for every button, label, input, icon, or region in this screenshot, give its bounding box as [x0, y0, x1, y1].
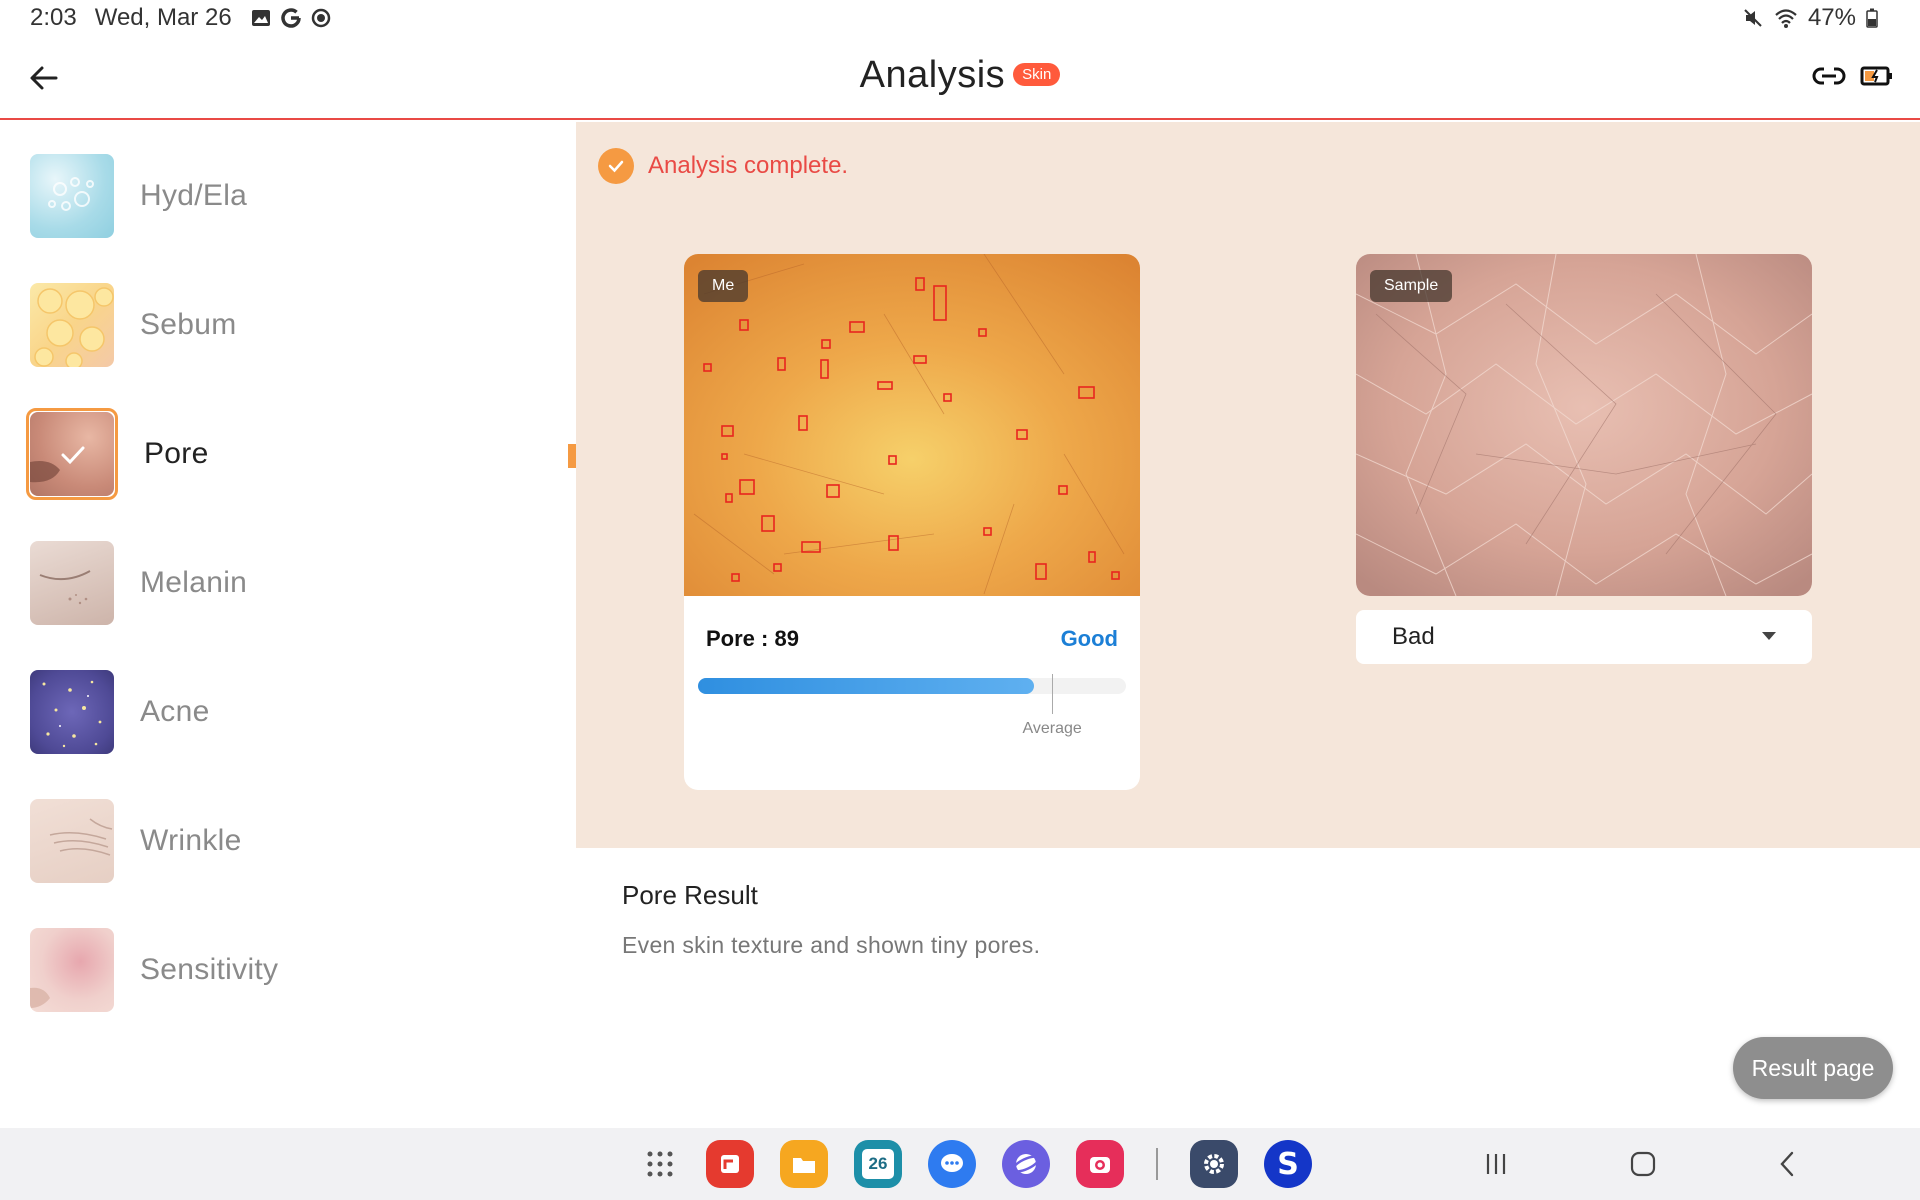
wrinkle-thumbnail: [30, 799, 114, 883]
sidebar-item-label: Wrinkle: [140, 824, 242, 857]
internet-app-icon[interactable]: [1002, 1140, 1050, 1188]
result-page-button[interactable]: Result page: [1733, 1037, 1893, 1099]
calendar-day: 26: [862, 1149, 894, 1179]
selection-indicator: [568, 444, 576, 468]
average-marker: [1052, 674, 1054, 714]
messages-app-icon[interactable]: [928, 1140, 976, 1188]
samsung-s-app-icon[interactable]: S: [1264, 1140, 1312, 1188]
sidebar-item-label: Acne: [140, 695, 210, 728]
settings-app-icon[interactable]: [1190, 1140, 1238, 1188]
notes-app-icon[interactable]: [706, 1140, 754, 1188]
analysis-panel: Analysis complete. Me Pore: 89 Good Ave…: [576, 122, 1920, 848]
status-message: Analysis complete.: [648, 152, 849, 179]
sidebar-item-label: Hyd/Ela: [140, 179, 248, 212]
system-nav-bar: 26 S: [0, 1128, 1920, 1200]
check-icon: [61, 446, 85, 465]
my-skin-image[interactable]: [684, 254, 1140, 596]
category-sidebar: Hyd/Ela Sebum Pore Melanin Acne Wrinkle …: [0, 122, 576, 1128]
pore-score: Pore : 89: [706, 626, 799, 651]
acne-thumbnail: [30, 670, 114, 754]
sidebar-item-label: Sebum: [140, 308, 237, 341]
app-dock: 26 S: [640, 1140, 1312, 1188]
sample-tag: Sample: [1370, 270, 1453, 302]
sidebar-item-acne[interactable]: Acne: [30, 670, 210, 754]
wifi-icon: [1775, 9, 1797, 28]
app-drawer-icon[interactable]: [640, 1144, 680, 1184]
status-bar: 2:03 Wed, Mar 26 47%: [0, 0, 1920, 36]
sample-skin-image[interactable]: [1356, 254, 1812, 596]
sample-grade-value: Bad: [1392, 623, 1435, 650]
device-battery-icon[interactable]: [1860, 64, 1894, 88]
home-icon[interactable]: [1624, 1148, 1660, 1180]
chevron-down-icon: [1762, 632, 1776, 640]
analysis-status: Analysis complete.: [598, 148, 848, 184]
battery-percent: 47%: [1807, 4, 1856, 31]
my-result-card: Me Pore : 89 Good Average: [684, 254, 1140, 790]
recents-icon[interactable]: [1478, 1148, 1514, 1180]
calendar-app-icon[interactable]: 26: [854, 1140, 902, 1188]
sidebar-item-label: Pore: [144, 437, 209, 470]
skin-badge: Skin: [1013, 63, 1061, 86]
camera-app-icon[interactable]: [1076, 1140, 1124, 1188]
sample-card: Sample: [1356, 254, 1812, 596]
score-grade: Good: [1060, 626, 1118, 651]
status-date: Wed, Mar 26: [94, 4, 232, 31]
sidebar-item-melanin[interactable]: Melanin: [30, 541, 247, 625]
sidebar-item-pore[interactable]: Pore: [26, 408, 209, 500]
sensitivity-thumbnail: [30, 928, 114, 1012]
melanin-thumbnail: [30, 541, 114, 625]
app-notification-icon: [311, 8, 330, 28]
google-notification-icon: [280, 8, 301, 28]
score-row: Pore : 89 Good: [706, 626, 1118, 652]
me-tag: Me: [698, 270, 749, 302]
sidebar-item-wrinkle[interactable]: Wrinkle: [30, 799, 242, 883]
sidebar-item-sebum[interactable]: Sebum: [30, 283, 237, 367]
gallery-notification-icon: [251, 10, 270, 26]
link-icon[interactable]: [1812, 64, 1846, 88]
sidebar-item-sensitivity[interactable]: Sensitivity: [30, 928, 278, 1012]
score-bar-fill: [698, 678, 1035, 694]
selected-frame: [26, 408, 118, 500]
sidebar-item-hyd-ela[interactable]: Hyd/Ela: [30, 154, 247, 238]
pore-thumbnail: [30, 412, 114, 496]
dock-divider: [1156, 1148, 1158, 1180]
check-circle-icon: [598, 148, 634, 184]
status-time: 2:03: [30, 4, 77, 31]
files-app-icon[interactable]: [780, 1140, 828, 1188]
average-label: Average: [1022, 720, 1082, 737]
sebum-thumbnail: [30, 283, 114, 367]
score-bar: [698, 678, 1126, 694]
app-header: Analysis Skin: [0, 36, 1920, 120]
result-description: Even skin texture and shown tiny pores.: [622, 932, 1041, 958]
sidebar-item-label: Melanin: [140, 566, 248, 599]
sidebar-item-label: Sensitivity: [140, 953, 279, 986]
result-title: Pore Result: [622, 880, 758, 910]
mute-icon: [1744, 9, 1762, 27]
battery-icon: [1866, 8, 1878, 28]
back-nav-icon[interactable]: [1770, 1148, 1806, 1180]
hyd-ela-thumbnail: [30, 154, 114, 238]
page-title: Analysis: [859, 54, 1006, 96]
sample-grade-select[interactable]: Bad: [1356, 610, 1812, 664]
